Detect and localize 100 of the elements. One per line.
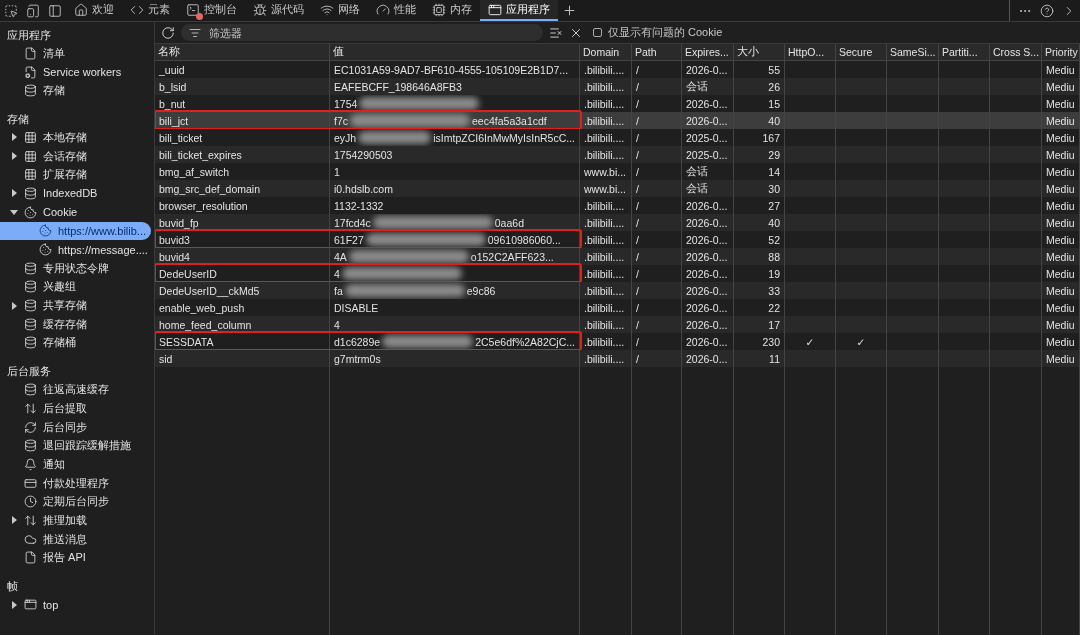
device-icon[interactable]	[26, 3, 40, 18]
sidebar-item[interactable]: 付款处理程序	[0, 473, 154, 493]
sidebar-item[interactable]: Cookie	[0, 202, 154, 222]
up-down-arrows-icon	[24, 401, 37, 415]
table-row[interactable]: DedeUserID 4 .bilibili.... / 2026-0... 19 Mediu	[155, 265, 1080, 282]
sidebar-item[interactable]: Service workers	[0, 62, 154, 82]
sidebar-item[interactable]: 推理加载	[0, 511, 154, 530]
filter-input[interactable]: 筛选器	[207, 25, 535, 40]
table-cell: EC1031A59-9AD7-BF610-4555-105109E2B1D7...	[334, 63, 569, 76]
sidebar-item[interactable]: 兴趣组	[0, 277, 154, 297]
table-cell: i0.hdslb.com	[334, 182, 393, 195]
table-row[interactable]: DedeUserID__ckMd5 fa e9c86 .bilibili.... / 2026-0... 33 Mediu	[155, 282, 1080, 299]
column-header[interactable]: Partiti...	[939, 44, 990, 60]
file-gear-icon	[24, 65, 37, 79]
filter-field[interactable]: 筛选器	[181, 24, 543, 41]
table-row[interactable]: _uuid EC1031A59-9AD7-BF610-4555-105109E2B1D7... .bilibili.... / 2026-0... 55 Mediu	[155, 61, 1080, 78]
table-row[interactable]: bili_ticket_expires 1754290503 .bilibili.... / 2025-0... 29 Mediu	[155, 146, 1080, 163]
table-row[interactable]: buvid_fp 17fcd4c 0aa6d .bilibili.... / 2026-0... 40 Mediu	[155, 214, 1080, 231]
sidebar-item[interactable]: 往返高速缓存	[0, 380, 154, 399]
column-header[interactable]: Secure	[836, 44, 887, 60]
table-row[interactable]: buvid4 4A o152C2AFF623... .bilibili.... / 2026-0... 88 Mediu	[155, 248, 1080, 265]
expanded-arrow-icon[interactable]	[10, 208, 18, 217]
sidebar-item[interactable]: 扩展存储	[0, 165, 154, 185]
column-header[interactable]: HttpO...	[785, 44, 836, 60]
sidebar-item[interactable]: 缓存存储	[0, 314, 154, 334]
table-cell: 2C5e6df%2A82CjC...	[475, 335, 575, 348]
bell-icon	[24, 457, 37, 471]
sidebar-item[interactable]: 本地存储	[0, 128, 154, 147]
help-icon[interactable]	[1040, 3, 1054, 18]
sidebar-item[interactable]: 通知	[0, 455, 154, 474]
panel-tab[interactable]: 内存	[424, 0, 480, 21]
panel-tab[interactable]: 性能	[368, 0, 424, 21]
panel-tab[interactable]: 控制台	[178, 0, 245, 21]
table-cell: eyJh	[334, 131, 357, 144]
column-header[interactable]: Path	[632, 44, 682, 60]
sidebar-item[interactable]: 退回跟踪缓解措施	[0, 436, 154, 456]
inspect-icon[interactable]	[4, 3, 18, 18]
panel-tab[interactable]: 网络	[312, 0, 368, 21]
sidebar-item[interactable]: 会话存储	[0, 146, 154, 166]
collapsed-arrow-icon[interactable]	[10, 189, 18, 198]
table-cell: 0aa6d	[494, 216, 524, 229]
sidebar-item[interactable]: https://message....	[0, 240, 154, 259]
terminal-icon	[186, 2, 200, 17]
clear-all-icon[interactable]	[549, 25, 563, 40]
collapsed-arrow-icon[interactable]	[10, 600, 18, 609]
table-cell: DISABLE	[334, 301, 379, 314]
sidebar-item[interactable]: 报告 API	[0, 548, 154, 568]
table-cell: 1	[334, 165, 340, 178]
table-row[interactable]: bili_ticket eyJh isImtpZCI6InMwMyIsInR5cC... .bilibili.... / 2025-0... 167 Mediu	[155, 129, 1080, 146]
grid-icon	[24, 168, 37, 182]
table-row[interactable]: SESSDATA d1c6289e 2C5e6df%2A82CjC... .bilibili.... / 2026-0... 230 ✓ ✓ Mediu	[155, 333, 1080, 350]
collapsed-arrow-icon[interactable]	[10, 133, 18, 142]
panel-tab[interactable]: 欢迎	[66, 0, 122, 21]
table-row[interactable]: bmg_src_def_domain i0.hdslb.com www.bi... / 会话 30 Mediu	[155, 180, 1080, 197]
up-down-arrows-icon	[24, 513, 37, 527]
sidebar-item[interactable]: 推送消息	[0, 529, 154, 549]
sidebar-item[interactable]: 存储	[0, 81, 154, 101]
window-icon	[488, 2, 502, 17]
sidebar-item[interactable]: 后台提取	[0, 399, 154, 418]
column-header[interactable]: Expires...	[682, 44, 734, 60]
sidebar-item[interactable]: IndexedDB	[0, 184, 154, 203]
cookie-icon	[24, 205, 37, 219]
sidebar-item[interactable]: top	[0, 595, 154, 614]
sidebar-item[interactable]: 共享存储	[0, 296, 154, 315]
table-cell: /	[632, 350, 682, 367]
sidebar-toggle-icon[interactable]	[48, 3, 62, 18]
collapsed-arrow-icon[interactable]	[10, 516, 18, 525]
panel-tab[interactable]: 应用程序	[480, 0, 558, 21]
sidebar-item[interactable]: 专用状态令牌	[0, 258, 154, 278]
sidebar-item[interactable]: 存储桶	[0, 333, 154, 353]
column-header[interactable]: SameSi...	[887, 44, 939, 60]
collapsed-arrow-icon[interactable]	[10, 152, 18, 161]
table-row[interactable]: bili_jct f7c eec4fa5a3a1cdf .bilibili.... / 2026-0... 40 Mediu	[155, 112, 1080, 129]
add-tab-icon[interactable]	[561, 3, 577, 18]
table-cell: 11	[734, 350, 785, 367]
column-header[interactable]: Domain	[580, 44, 632, 60]
table-cell: 1132-1332	[334, 199, 384, 212]
column-header[interactable]: 值	[330, 44, 580, 60]
checkbox[interactable]	[593, 28, 602, 37]
table-row[interactable]: buvid3 61F27 09610986060... .bilibili.... / 2026-0... 52 Mediu	[155, 231, 1080, 248]
column-header[interactable]: Priority	[1042, 44, 1080, 60]
section-heading: 帧	[6, 578, 19, 594]
panel-tab[interactable]: 元素	[122, 0, 178, 21]
table-row[interactable]: b_lsid EAFEBCFF_198646A8FB3 .bilibili.... / 会话 26 Mediu	[155, 78, 1080, 95]
section-heading: 应用程序	[6, 27, 52, 43]
sidebar-item[interactable]: https://www.bilib...	[0, 221, 151, 241]
sidebar-item[interactable]: 后台同步	[0, 417, 154, 437]
gauge-icon	[376, 2, 390, 17]
refresh-icon[interactable]	[161, 25, 175, 40]
table-cell: 4	[334, 318, 340, 331]
table-row[interactable]: home_feed_column 4 .bilibili.... / 2026-0... 17 Mediu	[155, 316, 1080, 333]
panel-tab[interactable]: 源代码	[245, 0, 312, 21]
sidebar-item[interactable]: 清单	[0, 44, 154, 63]
collapsed-arrow-icon[interactable]	[10, 301, 18, 310]
column-header[interactable]: 大小	[734, 44, 785, 60]
column-header[interactable]: 名称	[155, 44, 330, 60]
column-header[interactable]: Cross S...	[990, 44, 1042, 60]
sidebar-item[interactable]: 定期后台同步	[0, 492, 154, 512]
window-icon	[24, 598, 37, 612]
table-row[interactable]: sid g7mtrm0s .bilibili.... / 2026-0... 11 Mediu	[155, 350, 1080, 367]
